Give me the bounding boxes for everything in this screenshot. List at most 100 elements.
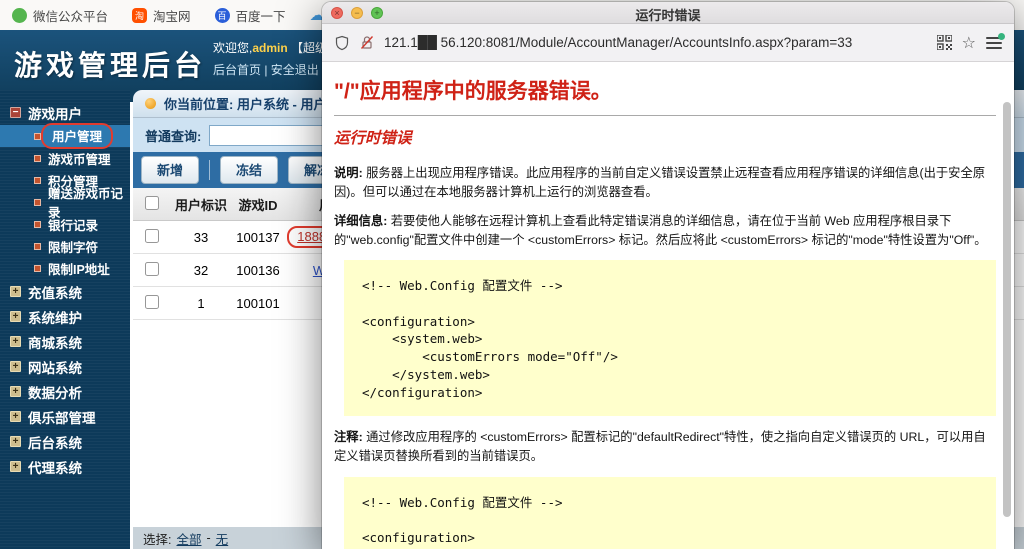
breadcrumb-dot-icon bbox=[145, 98, 156, 109]
bullet-icon bbox=[34, 243, 41, 250]
sidebar-subitem-label: 限制字符 bbox=[48, 237, 98, 256]
expand-icon[interactable]: + bbox=[10, 386, 21, 397]
error-note: 注释: 通过修改应用程序的 <customErrors> 配置标记的"defau… bbox=[334, 428, 996, 466]
error-page-content: "/"应用程序中的服务器错误。 运行时错误 说明: 服务器上出现应用程序错误。此… bbox=[322, 63, 1014, 549]
bullet-icon bbox=[34, 199, 41, 206]
toolbar-button-新增[interactable]: 新增 bbox=[141, 156, 199, 184]
sidebar-item-数据分析[interactable]: + 数据分析 bbox=[0, 379, 130, 404]
error-description: 说明: 服务器上出现应用程序错误。此应用程序的当前自定义错误设置禁止远程查看应用… bbox=[334, 164, 996, 202]
shield-icon[interactable] bbox=[334, 35, 350, 51]
sidebar-subitem-label: 游戏币管理 bbox=[48, 149, 111, 168]
error-subheading: 运行时错误 bbox=[334, 126, 996, 148]
query-label: 普通查询: bbox=[145, 126, 201, 145]
screen: 微信公众平台淘宝网百度一下腾讯云阿里云 游戏管理后台 欢迎您,admin 【超级… bbox=[0, 0, 1024, 549]
sidebar-item-商城系统[interactable]: + 商城系统 bbox=[0, 329, 130, 354]
insecure-lock-icon[interactable] bbox=[360, 35, 374, 50]
expand-icon[interactable]: + bbox=[10, 361, 21, 372]
wechat-icon bbox=[12, 8, 27, 23]
divider bbox=[334, 115, 996, 116]
expand-icon[interactable]: + bbox=[10, 286, 21, 297]
sidebar-item-label: 数据分析 bbox=[28, 382, 82, 402]
note-text: 通过修改应用程序的 <customErrors> 配置标记的"defaultRe… bbox=[334, 430, 986, 463]
bullet-icon bbox=[34, 133, 41, 140]
bookmark-item[interactable]: 百度一下 bbox=[215, 6, 286, 25]
bookmark-label: 淘宝网 bbox=[153, 6, 191, 25]
expand-icon[interactable]: + bbox=[10, 461, 21, 472]
details-label: 详细信息: bbox=[334, 214, 387, 228]
sidebar-subitem-限制IP地址[interactable]: 限制IP地址 bbox=[0, 257, 130, 279]
sidebar: −游戏用户用户管理游戏币管理积分管理赠送游戏币记录银行记录限制字符限制IP地址+… bbox=[0, 90, 130, 549]
row-checkbox-cell bbox=[133, 262, 171, 279]
row-checkbox[interactable] bbox=[145, 295, 159, 309]
sidebar-item-label: 游戏用户 bbox=[28, 103, 82, 123]
column-header: 用户标识 bbox=[171, 195, 231, 214]
sidebar-item-后台系统[interactable]: +后台系统 bbox=[0, 429, 130, 454]
sidebar-item-label: 俱乐部管理 bbox=[28, 407, 96, 427]
expand-icon[interactable]: + bbox=[10, 311, 21, 322]
sidebar-subitem-游戏币管理[interactable]: 游戏币管理 bbox=[0, 147, 130, 169]
toolbar-separator bbox=[209, 160, 210, 180]
sidebar-subitem-用户管理[interactable]: 用户管理 bbox=[0, 125, 130, 147]
row-checkbox-cell bbox=[133, 229, 171, 246]
selection-label: 选择: bbox=[143, 529, 171, 548]
window-title: 运行时错误 bbox=[322, 5, 1014, 24]
welcome-username: admin bbox=[252, 41, 287, 55]
sidebar-item-网站系统[interactable]: + 网站系统 bbox=[0, 354, 130, 379]
bookmark-label: 微信公众平台 bbox=[33, 6, 108, 25]
row-checkbox[interactable] bbox=[145, 262, 159, 276]
expand-icon[interactable]: + bbox=[10, 411, 21, 422]
note-label: 注释: bbox=[334, 430, 363, 444]
sidebar-item-代理系统[interactable]: + 代理系统 bbox=[0, 454, 130, 479]
menu-icon[interactable] bbox=[986, 37, 1002, 49]
user-id-cell: 1 bbox=[171, 296, 231, 311]
sidebar-item-系统维护[interactable]: + 系统维护 bbox=[0, 304, 130, 329]
selection-separator: - bbox=[207, 531, 211, 545]
select-none-link[interactable]: 无 bbox=[216, 529, 229, 548]
sidebar-item-俱乐部管理[interactable]: + 俱乐部管理 bbox=[0, 404, 130, 429]
baidu-icon bbox=[215, 8, 230, 23]
qr-code-icon[interactable] bbox=[937, 35, 952, 50]
sidebar-subitem-label: 限制IP地址 bbox=[48, 259, 110, 278]
sidebar-subitem-赠送游戏币记录[interactable]: 赠送游戏币记录 bbox=[0, 191, 130, 213]
sidebar-item-label: 系统维护 bbox=[28, 307, 82, 327]
sidebar-item-label: 网站系统 bbox=[28, 357, 82, 377]
toolbar-button-冻结[interactable]: 冻结 bbox=[220, 156, 278, 184]
error-details: 详细信息: 若要使他人能够在远程计算机上查看此特定错误消息的详细信息，请在位于当… bbox=[334, 212, 996, 250]
webconfig-code-block-2: <!-- Web.Config 配置文件 --> <configuration>… bbox=[344, 477, 996, 549]
sidebar-item-label: 代理系统 bbox=[28, 457, 82, 477]
row-checkbox[interactable] bbox=[145, 229, 159, 243]
bullet-icon bbox=[34, 155, 41, 162]
sidebar-item-游戏用户[interactable]: −游戏用户 bbox=[0, 100, 130, 125]
sidebar-subitem-label: 银行记录 bbox=[48, 215, 98, 234]
address-input[interactable]: 121.1██ 56.120:8081/Module/AccountManage… bbox=[384, 35, 927, 50]
page-title: 游戏管理后台 bbox=[14, 44, 206, 84]
sidebar-item-label: 商城系统 bbox=[28, 332, 82, 352]
bookmark-item[interactable]: 微信公众平台 bbox=[12, 6, 108, 25]
bullet-icon bbox=[34, 265, 41, 272]
bookmark-star-icon[interactable]: ☆ bbox=[962, 33, 976, 53]
url-bar: 121.1██ 56.120:8081/Module/AccountManage… bbox=[322, 24, 1014, 62]
bullet-icon bbox=[34, 177, 41, 184]
scrollbar-thumb[interactable] bbox=[1003, 102, 1011, 517]
window-titlebar[interactable]: 运行时错误 bbox=[322, 2, 1014, 24]
user-id-cell: 33 bbox=[171, 230, 231, 245]
collapse-icon[interactable]: − bbox=[10, 107, 21, 118]
description-text: 服务器上出现应用程序错误。此应用程序的当前自定义错误设置禁止远程查看应用程序错误… bbox=[334, 166, 985, 199]
welcome-prefix: 欢迎您, bbox=[213, 41, 252, 55]
select-all-link[interactable]: 全部 bbox=[176, 529, 201, 548]
webconfig-code-block-1: <!-- Web.Config 配置文件 --> <configuration>… bbox=[344, 260, 996, 416]
error-browser-window: 运行时错误 121.1██ 56.120:8081/Module/Account… bbox=[322, 2, 1014, 549]
bookmark-item[interactable]: 淘宝网 bbox=[132, 6, 191, 25]
select-all-checkbox[interactable] bbox=[145, 196, 159, 210]
game-id-cell: 100136 bbox=[231, 263, 285, 278]
expand-icon[interactable]: + bbox=[10, 436, 21, 447]
sidebar-subitem-限制字符[interactable]: 限制字符 bbox=[0, 235, 130, 257]
sidebar-item-充值系统[interactable]: + 充值系统 bbox=[0, 279, 130, 304]
sidebar-item-label: 充值系统 bbox=[28, 282, 82, 302]
taobao-icon bbox=[132, 8, 147, 23]
sidebar-subitem-label: 用户管理 bbox=[41, 123, 113, 149]
game-id-cell: 100137 bbox=[231, 230, 285, 245]
details-text: 若要使他人能够在远程计算机上查看此特定错误消息的详细信息，请在位于当前 Web … bbox=[334, 214, 987, 247]
bullet-icon bbox=[34, 221, 41, 228]
expand-icon[interactable]: + bbox=[10, 336, 21, 347]
